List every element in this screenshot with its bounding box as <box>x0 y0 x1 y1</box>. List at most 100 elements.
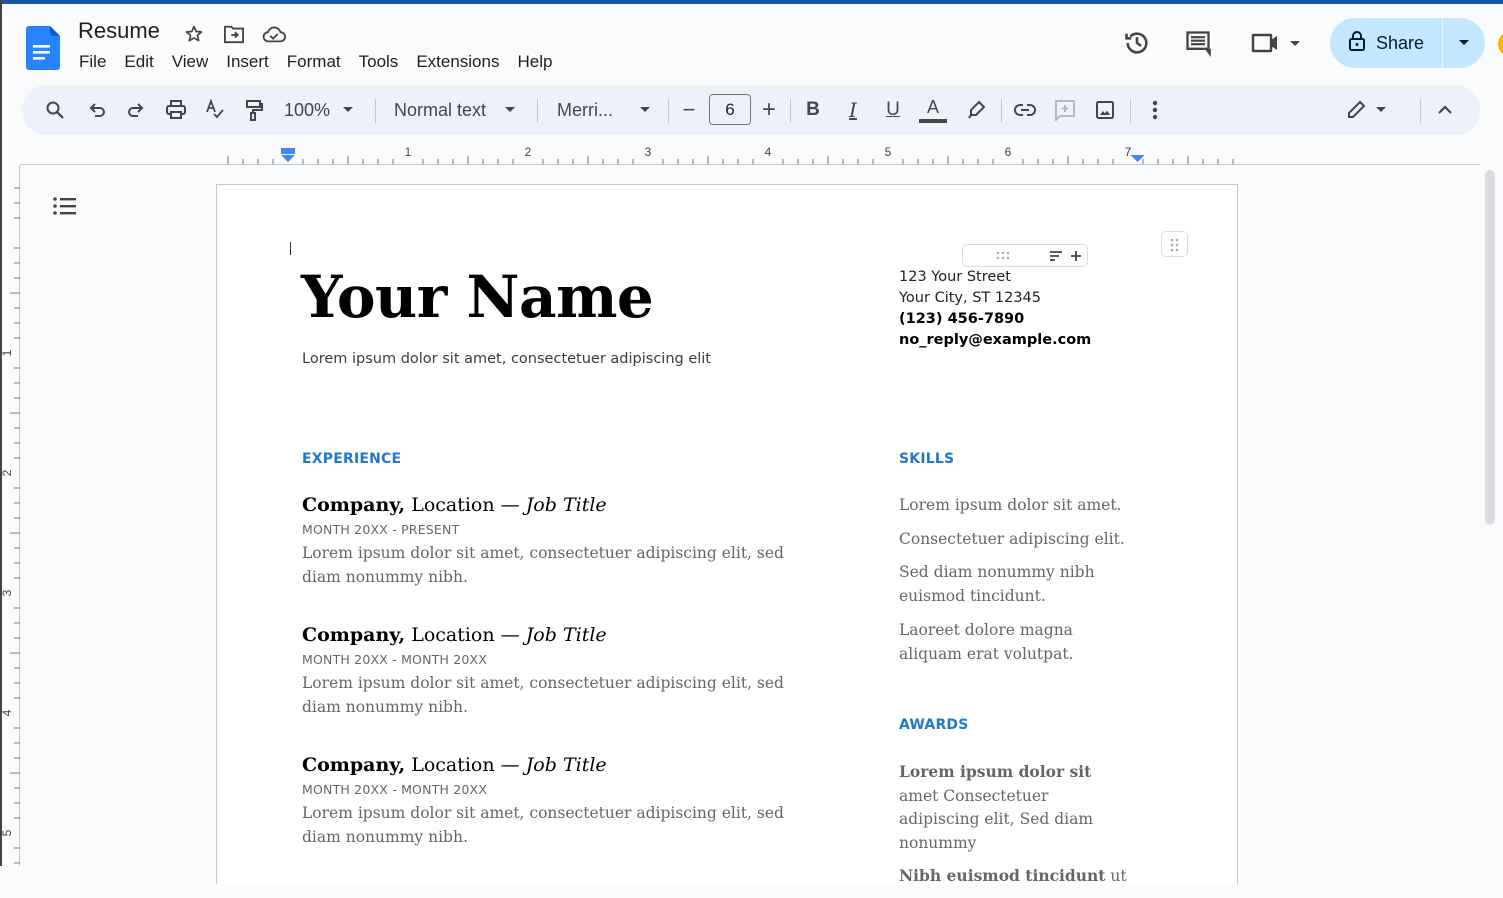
job-description: Lorem ipsum dolor sit amet, consectetuer… <box>302 804 784 846</box>
job-dates: MONTH 20XX - MONTH 20XX <box>302 652 488 667</box>
job-company: Company, <box>302 624 406 646</box>
document-page[interactable]: Your Name Lorem ipsum dolor sit amet, co… <box>216 184 1238 885</box>
resume-subtitle[interactable]: Lorem ipsum dolor sit amet, consectetuer… <box>302 351 711 367</box>
awards-heading: AWARDS <box>899 717 969 733</box>
share-button-group: Share <box>1330 18 1485 68</box>
table-handle[interactable] <box>1161 231 1188 257</box>
menu-file[interactable]: File <box>70 50 115 74</box>
contact-street: 123 Your Street <box>899 269 1011 285</box>
job-entry[interactable]: Company, Location — Job Title MONTH 20XX… <box>302 494 822 589</box>
menu-tools[interactable]: Tools <box>350 50 408 74</box>
toolbar-divider <box>375 99 376 123</box>
contact-block[interactable]: 123 Your Street Your City, ST 12345 (123… <box>899 267 1091 351</box>
menu-extensions[interactable]: Extensions <box>407 50 508 74</box>
skills-list[interactable]: Lorem ipsum dolor sit amet. Consectetuer… <box>899 493 1129 675</box>
spellcheck-icon[interactable] <box>202 85 228 135</box>
pencil-icon <box>1348 100 1366 118</box>
contact-email: no_reply@example.com <box>899 332 1092 348</box>
hide-menus-icon[interactable] <box>1432 85 1458 135</box>
chevron-down-icon <box>1376 107 1386 112</box>
vertical-scrollbar[interactable] <box>1485 170 1495 525</box>
left-indent-marker <box>281 155 295 162</box>
ruler-label: 6 <box>1005 145 1012 159</box>
add-icon <box>1071 251 1081 261</box>
more-options-icon[interactable] <box>1143 85 1167 135</box>
search-menus-icon[interactable] <box>42 85 68 135</box>
share-button[interactable]: Share <box>1330 18 1443 68</box>
awards-list[interactable]: Lorem ipsum dolor sit amet Consectetuer … <box>899 760 1129 898</box>
horizontal-ruler[interactable]: 1 2 3 4 5 6 7 <box>215 140 1237 164</box>
ruler-label: 3 <box>645 145 652 159</box>
skill-item: Laoreet dolore magna aliquam erat volutp… <box>899 620 1074 663</box>
resume-name[interactable]: Your Name <box>301 263 654 331</box>
job-entry[interactable]: Company, Location — Job Title MONTH 20XX… <box>302 624 822 719</box>
job-entry[interactable]: Company, Location — Job Title MONTH 20XX… <box>302 754 822 849</box>
share-label: Share <box>1375 32 1425 53</box>
ruler-label: 3 <box>0 589 14 596</box>
avatar[interactable] <box>1498 32 1503 56</box>
decrease-font-size-button[interactable]: − <box>678 85 700 135</box>
italic-button[interactable]: I <box>842 85 864 135</box>
insert-image-icon[interactable] <box>1092 85 1118 135</box>
print-icon[interactable] <box>162 85 190 135</box>
paragraph-style-select[interactable]: Normal text <box>394 85 524 135</box>
vertical-ruler[interactable]: 1 2 3 4 5 <box>0 165 20 866</box>
table-row-controls[interactable] <box>962 244 1088 267</box>
job-heading: Company, Location — Job Title <box>302 494 822 516</box>
app-header: Resume File Edit View Insert Format Tool… <box>0 4 1503 82</box>
move-to-folder-icon[interactable] <box>222 22 246 46</box>
share-dropdown-button[interactable] <box>1443 18 1485 68</box>
cloud-saved-icon[interactable] <box>262 22 286 46</box>
menu-view[interactable]: View <box>163 50 218 74</box>
contact-city: Your City, ST 12345 <box>899 290 1041 306</box>
version-history-icon[interactable] <box>1122 28 1152 58</box>
star-icon[interactable] <box>182 22 206 46</box>
zoom-select[interactable]: 100% <box>284 85 364 135</box>
menu-edit[interactable]: Edit <box>115 50 162 74</box>
undo-icon[interactable] <box>84 85 110 135</box>
job-description: Lorem ipsum dolor sit amet, consectetuer… <box>302 544 784 586</box>
editing-mode-button[interactable] <box>1342 85 1390 135</box>
google-docs-icon[interactable] <box>26 26 60 70</box>
redo-icon[interactable] <box>123 85 149 135</box>
font-select[interactable]: Merri... <box>557 85 657 135</box>
increase-font-size-button[interactable]: + <box>758 85 780 135</box>
text-color-button[interactable]: A <box>918 85 948 135</box>
video-call-button[interactable] <box>1250 28 1306 58</box>
ruler-label: 5 <box>885 145 892 159</box>
job-dates: MONTH 20XX - PRESENT <box>302 522 460 537</box>
chevron-down-icon <box>1459 40 1469 45</box>
add-comment-icon[interactable] <box>1052 85 1078 135</box>
text-color-swatch <box>919 118 947 123</box>
comments-icon[interactable] <box>1183 28 1213 58</box>
text-color-label: A <box>926 96 939 117</box>
font-size-input[interactable]: 6 <box>709 94 751 125</box>
document-outline-icon[interactable] <box>52 193 78 219</box>
ruler-label: 4 <box>0 709 14 716</box>
menu-insert[interactable]: Insert <box>217 50 278 74</box>
bold-button[interactable]: B <box>802 85 824 135</box>
paint-format-icon[interactable] <box>241 85 267 135</box>
highlight-color-icon[interactable] <box>964 85 988 135</box>
insert-link-icon[interactable] <box>1012 85 1038 135</box>
underline-button[interactable]: U <box>882 85 904 135</box>
lock-icon <box>1348 30 1366 57</box>
menu-format[interactable]: Format <box>278 50 350 74</box>
job-title: Job Title <box>525 754 607 776</box>
document-title[interactable]: Resume <box>78 18 160 44</box>
skill-item: Sed diam nonummy nibh euismod tincidunt. <box>899 563 1095 605</box>
job-title: Job Title <box>525 494 607 516</box>
toolbar-divider <box>1420 99 1421 123</box>
job-location: Location — <box>405 624 526 646</box>
chevron-down-icon <box>343 107 354 112</box>
toolbar-divider <box>1130 99 1131 123</box>
job-description: Lorem ipsum dolor sit amet, consectetuer… <box>302 674 784 716</box>
chevron-down-icon <box>640 107 650 112</box>
text-cursor <box>290 242 291 255</box>
job-title: Job Title <box>525 624 607 646</box>
menu-help[interactable]: Help <box>508 50 561 74</box>
ruler-label: 1 <box>405 145 412 159</box>
font-value: Merri... <box>557 99 613 120</box>
job-company: Company, <box>302 494 406 516</box>
job-location: Location — <box>405 494 526 516</box>
